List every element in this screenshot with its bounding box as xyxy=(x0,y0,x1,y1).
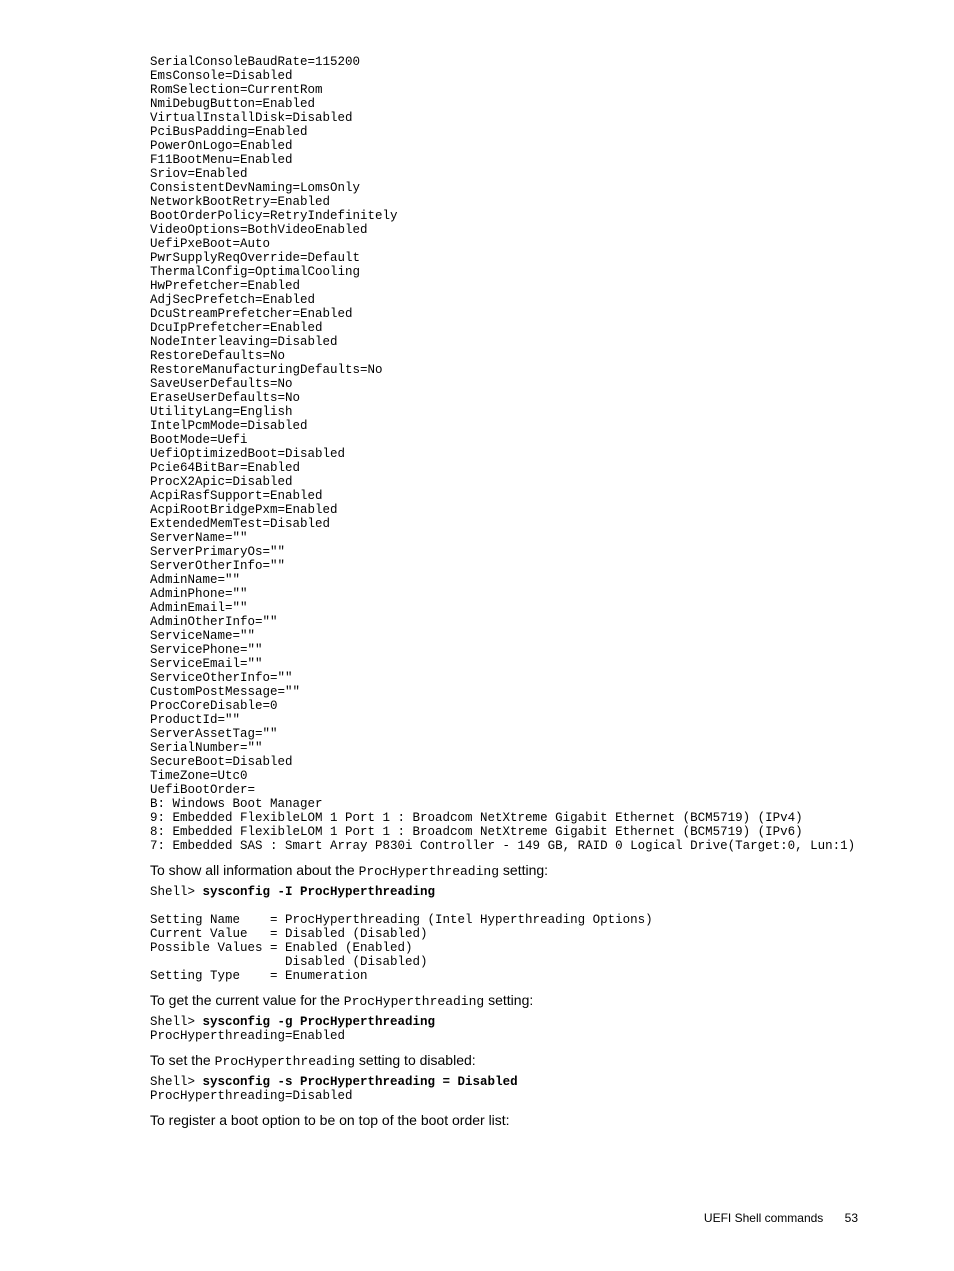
desc-set-value: To set the ProcHyperthreading setting to… xyxy=(150,1051,858,1071)
text: To set the xyxy=(150,1052,215,1068)
text: setting: xyxy=(499,862,548,878)
desc-show-all: To show all information about the ProcHy… xyxy=(150,861,858,881)
desc-register-boot: To register a boot option to be on top o… xyxy=(150,1111,858,1129)
page-content: SerialConsoleBaudRate=115200 EmsConsole=… xyxy=(0,0,954,1129)
cmd-block-1: Shell> sysconfig -I ProcHyperthreading S… xyxy=(150,885,858,983)
config-dump: SerialConsoleBaudRate=115200 EmsConsole=… xyxy=(150,55,858,853)
shell-command: sysconfig -g ProcHyperthreading xyxy=(203,1015,436,1029)
page-footer: UEFI Shell commands 53 xyxy=(704,1211,858,1225)
text: To get the current value for the xyxy=(150,992,344,1008)
shell-prompt: Shell> xyxy=(150,1075,203,1089)
desc-get-value: To get the current value for the ProcHyp… xyxy=(150,991,858,1011)
cmd-block-3: Shell> sysconfig -s ProcHyperthreading =… xyxy=(150,1075,858,1103)
text: To show all information about the xyxy=(150,862,359,878)
shell-output: Setting Name = ProcHyperthreading (Intel… xyxy=(150,913,653,983)
text: setting to disabled: xyxy=(355,1052,476,1068)
shell-command: sysconfig -s ProcHyperthreading = Disabl… xyxy=(203,1075,518,1089)
setting-name: ProcHyperthreading xyxy=(215,1054,355,1069)
shell-prompt: Shell> xyxy=(150,885,203,899)
cmd-block-2: Shell> sysconfig -g ProcHyperthreading P… xyxy=(150,1015,858,1043)
setting-name: ProcHyperthreading xyxy=(344,994,484,1009)
text: setting: xyxy=(484,992,533,1008)
shell-output: ProcHyperthreading=Disabled xyxy=(150,1089,353,1103)
footer-page-number: 53 xyxy=(845,1211,858,1225)
shell-command: sysconfig -I ProcHyperthreading xyxy=(203,885,436,899)
shell-prompt: Shell> xyxy=(150,1015,203,1029)
footer-section: UEFI Shell commands xyxy=(704,1211,823,1225)
shell-output: ProcHyperthreading=Enabled xyxy=(150,1029,345,1043)
setting-name: ProcHyperthreading xyxy=(359,864,499,879)
